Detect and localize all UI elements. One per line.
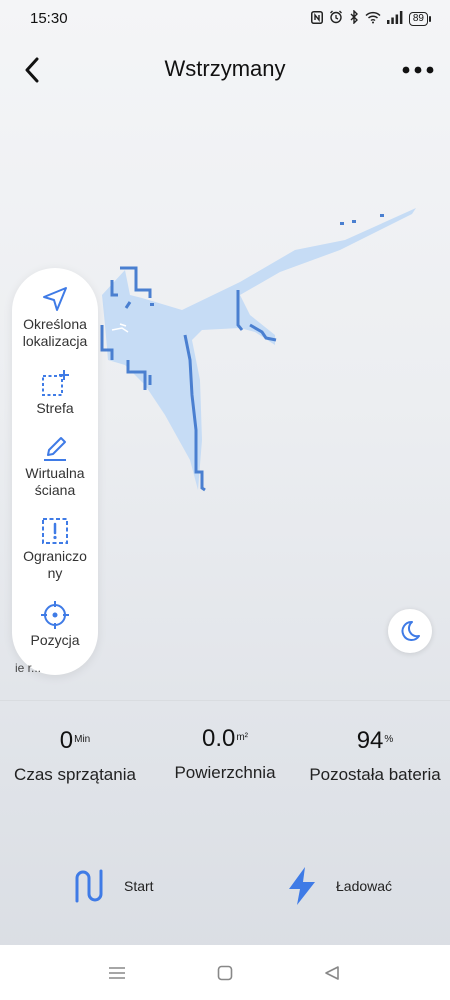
map-tools-panel: Określona lokalizacja Strefa Wirtualna ś… bbox=[12, 268, 98, 675]
stat-unit: Min bbox=[74, 733, 91, 745]
more-horizontal-icon bbox=[402, 66, 434, 74]
recent-apps-button[interactable] bbox=[106, 962, 128, 984]
more-options-button[interactable] bbox=[398, 58, 438, 82]
stat-value: 94 bbox=[356, 727, 384, 754]
tool-label: Ograniczo bbox=[23, 548, 87, 564]
battery-indicator: 89 bbox=[408, 11, 432, 26]
moon-icon bbox=[401, 620, 420, 641]
system-nav-bar bbox=[0, 945, 450, 1000]
stat-label: Pozostała bateria bbox=[309, 765, 441, 784]
zone-add-icon bbox=[42, 370, 69, 396]
stat-unit: % bbox=[384, 733, 394, 745]
status-bar: 15:30 89 bbox=[0, 0, 450, 36]
tool-label: lokalizacja bbox=[22, 333, 88, 349]
tool-label: Określona bbox=[23, 316, 87, 332]
truncated-label: ie r... bbox=[15, 661, 42, 675]
do-not-disturb-button[interactable] bbox=[388, 609, 432, 653]
tool-zone[interactable]: Strefa bbox=[12, 366, 98, 417]
tool-label: Strefa bbox=[36, 400, 74, 416]
chevron-left-icon bbox=[25, 57, 39, 83]
route-icon bbox=[75, 869, 103, 903]
system-back-button[interactable] bbox=[321, 962, 343, 984]
tool-restricted-zone[interactable]: Ograniczo ny bbox=[12, 514, 98, 582]
charge-button[interactable]: Ładować bbox=[286, 866, 392, 906]
home-icon bbox=[217, 965, 233, 981]
start-button[interactable]: Start bbox=[72, 866, 154, 906]
stat-label: Powierzchnia bbox=[174, 763, 276, 782]
tool-label: Wirtualna bbox=[25, 465, 85, 481]
navigation-arrow-icon bbox=[43, 287, 67, 311]
status-icons: 89 bbox=[310, 9, 432, 27]
tool-position[interactable]: Pozycja bbox=[12, 598, 98, 649]
stats-divider bbox=[0, 700, 450, 701]
charge-label: Ładować bbox=[336, 878, 393, 894]
stat-value: 0.0 bbox=[201, 725, 236, 752]
stat-area: 0.0m² Powierzchnia bbox=[150, 725, 300, 783]
lightning-icon bbox=[289, 867, 315, 905]
tool-virtual-wall[interactable]: Wirtualna ściana bbox=[12, 431, 98, 499]
alarm-icon bbox=[329, 10, 343, 27]
back-button[interactable] bbox=[18, 54, 46, 86]
signal-icon bbox=[386, 10, 403, 27]
status-time: 15:30 bbox=[30, 10, 68, 27]
tool-label: Pozycja bbox=[30, 632, 80, 648]
stat-label: Czas sprzątania bbox=[14, 765, 136, 784]
nfc-icon bbox=[310, 10, 323, 27]
stat-value: 0 bbox=[59, 727, 74, 754]
tool-specific-location[interactable]: Określona lokalizacja bbox=[12, 282, 98, 350]
restricted-zone-icon bbox=[42, 518, 68, 544]
tool-label: ściana bbox=[34, 482, 76, 498]
home-button[interactable] bbox=[214, 962, 236, 984]
menu-icon bbox=[109, 967, 125, 979]
tool-label: ny bbox=[47, 565, 63, 581]
stat-cleaning-time: 0Min Czas sprzątania bbox=[0, 727, 150, 785]
page-title: Wstrzymany bbox=[164, 56, 286, 81]
cleaning-map[interactable] bbox=[90, 200, 430, 500]
stat-battery: 94% Pozostała bateria bbox=[300, 727, 450, 785]
pen-icon bbox=[44, 437, 66, 461]
bluetooth-icon bbox=[349, 9, 359, 27]
crosshair-icon bbox=[41, 601, 69, 629]
wifi-icon bbox=[365, 11, 381, 27]
start-label: Start bbox=[124, 878, 154, 894]
back-triangle-icon bbox=[325, 966, 339, 980]
stat-unit: m² bbox=[236, 731, 249, 743]
